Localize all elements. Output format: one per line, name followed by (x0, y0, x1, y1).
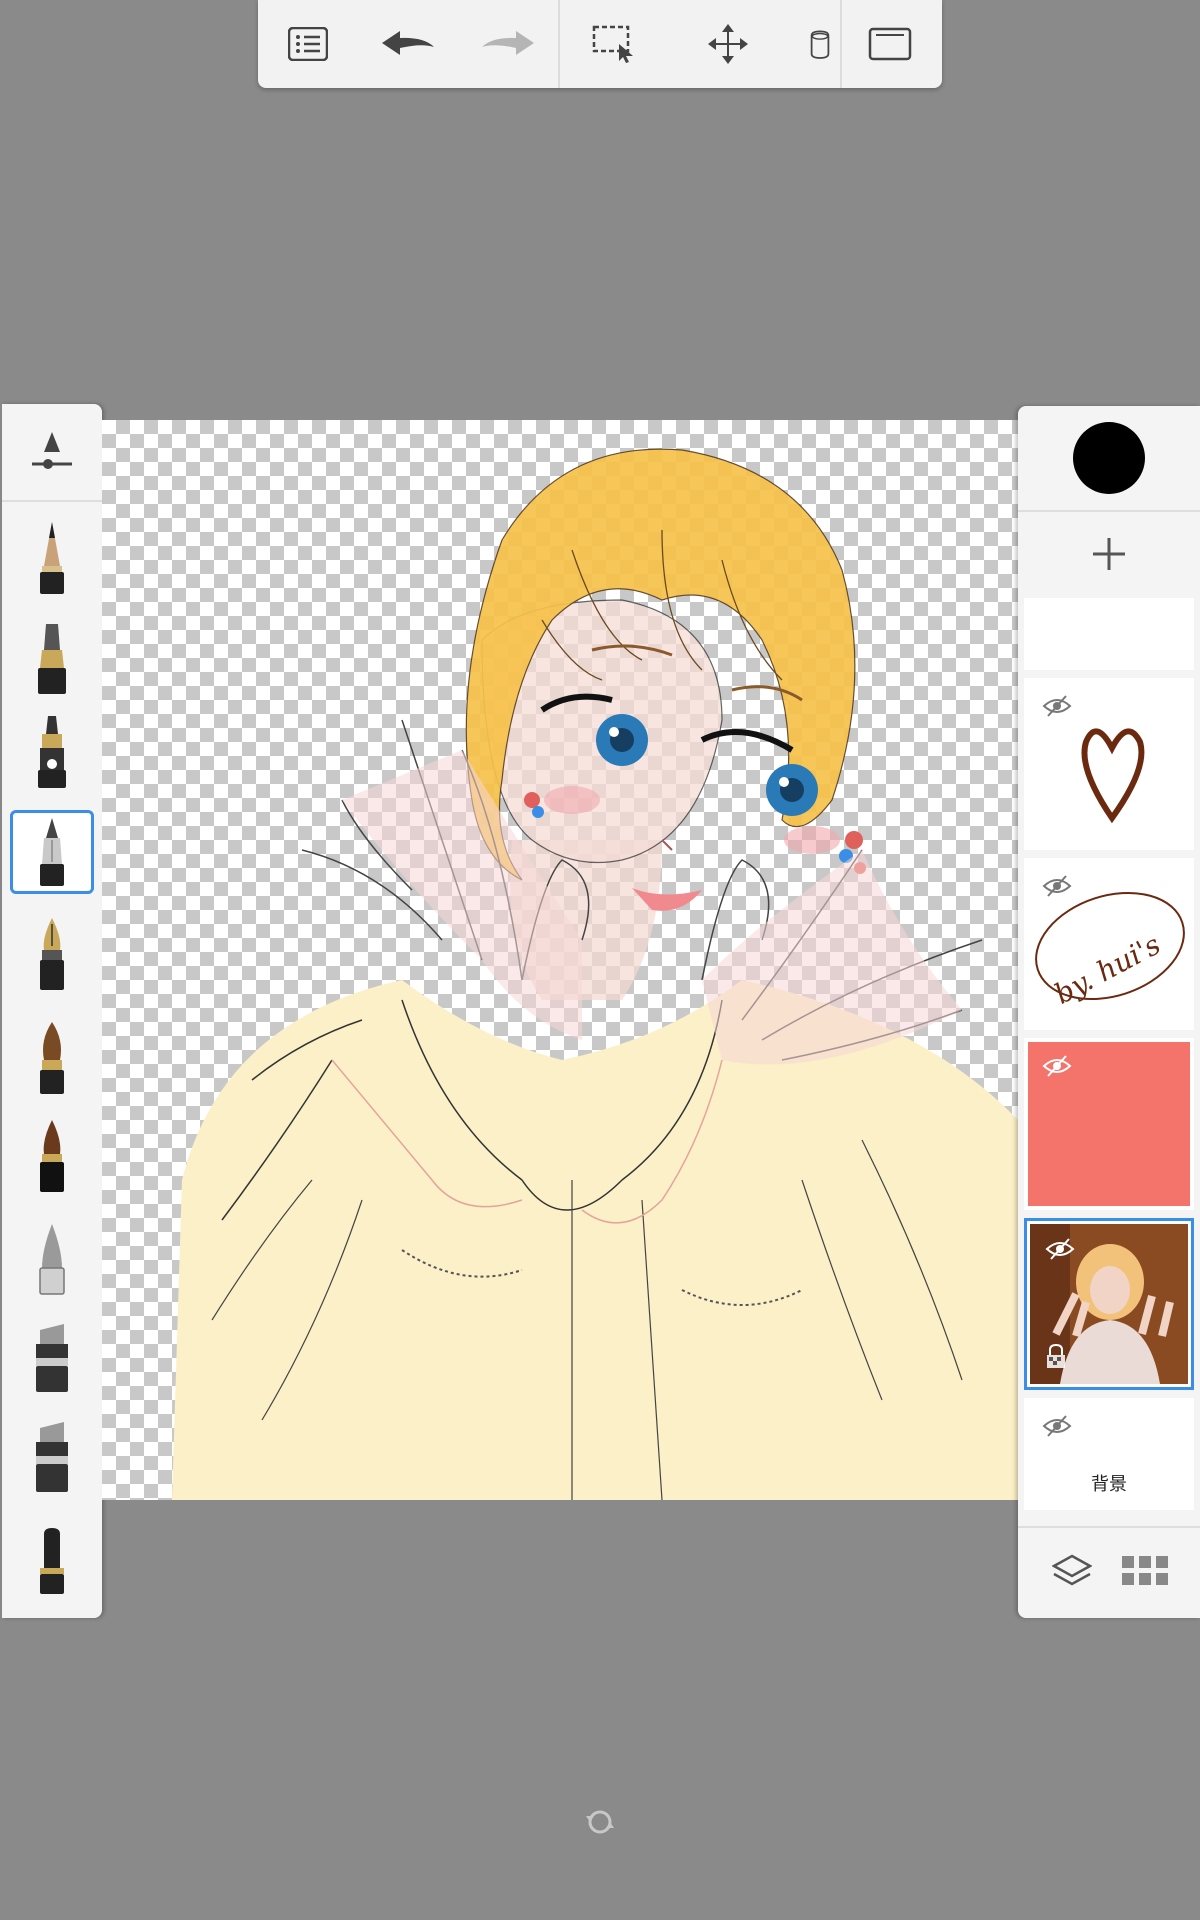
visibility-eye-icon[interactable] (1042, 694, 1072, 718)
fullscreen-icon[interactable] (862, 16, 918, 72)
brush-settings-icon (32, 432, 72, 469)
pencil-brush-icon[interactable] (10, 516, 94, 600)
lock-icon (1047, 1343, 1065, 1368)
layer-photo[interactable] (1024, 1218, 1194, 1390)
airbrush-brush-icon[interactable] (10, 1216, 94, 1300)
redo-icon[interactable] (480, 16, 536, 72)
visibility-eye-icon[interactable] (1042, 1054, 1072, 1078)
ink-brush-icon[interactable] (10, 1114, 94, 1198)
toolbar-divider (840, 0, 842, 88)
top-toolbar (258, 0, 942, 88)
ballpoint-brush-icon[interactable] (10, 616, 94, 700)
current-color-swatch[interactable] (1073, 422, 1145, 494)
visibility-eye-icon[interactable] (1045, 1237, 1075, 1261)
drawing-canvas[interactable] (102, 420, 1018, 1500)
layers-footer (1018, 1526, 1200, 1618)
marker-brush-icon[interactable] (10, 710, 94, 794)
toolbar-divider (558, 0, 560, 88)
fill-bucket-icon[interactable] (806, 16, 834, 72)
heart-thumbnail (1081, 728, 1145, 824)
layer-name-label: 背景 (1091, 1474, 1127, 1495)
layer-signature[interactable]: by. hui's (1024, 858, 1194, 1030)
chisel-marker-brush-icon[interactable] (10, 1314, 94, 1398)
artwork-illustration (172, 448, 1018, 1500)
layer-background[interactable]: 背景 (1024, 1398, 1194, 1510)
transform-move-icon[interactable] (700, 16, 756, 72)
color-picker-button[interactable] (1018, 406, 1200, 512)
brush-palette (2, 404, 116, 1618)
paintbrush-brush-icon[interactable] (10, 1016, 94, 1100)
brush-settings-button[interactable] (2, 404, 102, 502)
grid-view-icon[interactable] (1122, 1556, 1168, 1586)
layers-stack-icon[interactable] (1052, 1554, 1092, 1590)
layer-top-empty[interactable] (1024, 598, 1194, 670)
layers-panel: by. hui's 背景 (1018, 406, 1200, 1618)
wide-marker-brush-icon[interactable] (10, 1414, 94, 1498)
eraser-brush-icon[interactable] (10, 1516, 94, 1600)
visibility-eye-icon[interactable] (1042, 1414, 1072, 1438)
selection-icon[interactable] (586, 16, 642, 72)
signature-thumbnail: by. hui's (1035, 891, 1185, 1011)
layer-heart[interactable] (1024, 678, 1194, 850)
undo-icon[interactable] (380, 16, 436, 72)
add-layer-button[interactable] (1018, 512, 1200, 596)
technical-pen-brush-icon[interactable] (10, 810, 94, 894)
canvas-rotate-icon[interactable] (586, 1808, 614, 1836)
plus-icon (1093, 538, 1125, 570)
fountain-pen-brush-icon[interactable] (10, 912, 94, 996)
menu-list-icon[interactable] (280, 16, 336, 72)
layer-red-fill[interactable] (1024, 1038, 1194, 1210)
